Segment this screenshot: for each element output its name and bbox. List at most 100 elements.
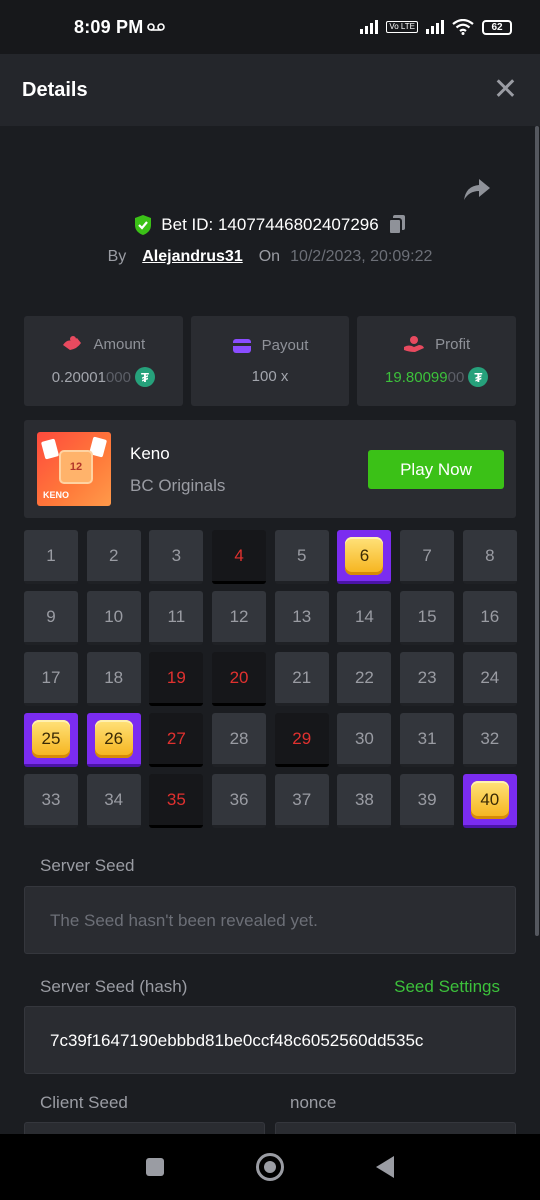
battery-icon: 62: [482, 19, 512, 35]
share-icon[interactable]: [462, 176, 492, 204]
bet-meta-row: By Alejandrus31 On 10/2/2023, 20:09:22: [0, 248, 540, 266]
wallet-icon: [232, 338, 251, 353]
keno-cell-16[interactable]: 16: [462, 591, 517, 645]
home-icon[interactable]: [256, 1153, 284, 1181]
keno-cell-30[interactable]: 30: [337, 713, 392, 767]
thumb-card-left: [40, 438, 60, 460]
game-provider: BC Originals: [130, 476, 226, 495]
recents-icon[interactable]: [146, 1158, 164, 1176]
details-content[interactable]: Bet ID: 14077446802407296 By Alejandrus3…: [0, 126, 540, 1134]
keno-cell-26[interactable]: 26: [86, 713, 141, 767]
server-seed-label: Server Seed: [40, 856, 135, 875]
play-now-button[interactable]: Play Now: [368, 450, 504, 489]
server-hash-value: 7c39f1647190ebbbd81be0ccf48c6052560dd535…: [50, 1031, 424, 1050]
nonce-field[interactable]: [275, 1122, 516, 1134]
payout-card: Payout 100 x: [190, 316, 350, 406]
server-hash-label: Server Seed (hash): [40, 977, 188, 996]
keno-cell-24[interactable]: 24: [462, 652, 517, 706]
keno-cell-2[interactable]: 2: [86, 530, 141, 584]
bet-date: 10/2/2023, 20:09:22: [290, 248, 433, 265]
status-right: Vo LTE 62: [360, 19, 512, 35]
keno-cell-15[interactable]: 15: [400, 591, 455, 645]
volte-badge: Vo LTE: [386, 21, 418, 33]
profit-value: 19.80099: [385, 368, 448, 386]
on-label: On: [258, 248, 281, 265]
usdt-coin-icon: ₮: [468, 367, 489, 387]
keno-cell-13[interactable]: 13: [274, 591, 329, 645]
profit-label: Profit: [435, 335, 471, 353]
status-left: 8:09 PM: [74, 16, 166, 38]
keno-cell-31[interactable]: 31: [400, 713, 455, 767]
client-seed-field[interactable]: [24, 1122, 265, 1134]
keno-thumbnail[interactable]: 12 KENO: [37, 432, 111, 506]
username-link[interactable]: Alejandrus31: [142, 248, 242, 266]
copy-icon[interactable]: [387, 214, 407, 236]
bet-id: Bet ID: 14077446802407296: [161, 215, 379, 234]
amount-label: Amount: [93, 335, 146, 353]
keno-cell-25[interactable]: 25: [24, 713, 78, 767]
server-hash-field[interactable]: 7c39f1647190ebbbd81be0ccf48c6052560dd535…: [24, 1006, 516, 1074]
server-seed-field: The Seed hasn't been revealed yet.: [24, 886, 516, 954]
keno-cell-8[interactable]: 8: [462, 530, 517, 584]
status-time: 8:09 PM: [74, 16, 144, 37]
keno-hit-gem: 26: [94, 719, 133, 758]
game-name: Keno: [130, 444, 170, 463]
keno-cell-5[interactable]: 5: [274, 530, 329, 584]
battery-level: 62: [491, 21, 503, 33]
bet-id-row: Bet ID: 14077446802407296: [0, 214, 540, 236]
status-bar: 8:09 PM Vo LTE 62: [0, 0, 540, 54]
keno-cell-9[interactable]: 9: [24, 591, 78, 645]
by-label: By: [107, 248, 127, 265]
keno-cell-23[interactable]: 23: [400, 652, 455, 706]
keno-cell-1[interactable]: 1: [24, 530, 78, 584]
keno-cell-29[interactable]: 29: [274, 713, 329, 767]
keno-cell-21[interactable]: 21: [274, 652, 329, 706]
scrollbar[interactable]: [535, 126, 539, 936]
keno-cell-38[interactable]: 38: [337, 774, 392, 828]
amount-icon: [63, 336, 82, 350]
signal-icon-2: [426, 20, 444, 34]
keno-cell-17[interactable]: 17: [24, 652, 78, 706]
seed-settings-link[interactable]: Seed Settings: [394, 977, 500, 997]
payout-label: Payout: [261, 337, 309, 354]
keno-hit-gem: 25: [32, 719, 70, 758]
profit-icon: [404, 336, 425, 352]
keno-cell-32[interactable]: 32: [462, 713, 517, 767]
keno-cell-34[interactable]: 34: [86, 774, 141, 828]
keno-cell-12[interactable]: 12: [212, 591, 267, 645]
keno-cell-37[interactable]: 37: [274, 774, 329, 828]
signal-icon: [360, 20, 379, 34]
keno-cell-40[interactable]: 40: [462, 774, 517, 828]
keno-cell-18[interactable]: 18: [86, 652, 141, 706]
close-icon[interactable]: ✕: [493, 75, 518, 105]
keno-cell-6[interactable]: 6: [337, 530, 392, 584]
keno-cell-7[interactable]: 7: [400, 530, 455, 584]
keno-cell-4[interactable]: 4: [212, 530, 267, 584]
usdt-coin-icon: ₮: [134, 367, 155, 387]
thumb-ball: 12: [59, 450, 93, 484]
keno-cell-10[interactable]: 10: [86, 591, 141, 645]
nonce-label: nonce: [290, 1093, 337, 1112]
server-seed-value: The Seed hasn't been revealed yet.: [50, 911, 318, 930]
system-nav-bar: [0, 1134, 540, 1200]
keno-cell-19[interactable]: 19: [149, 652, 204, 706]
payout-value: 100 x: [251, 368, 289, 385]
keno-cell-35[interactable]: 35: [149, 774, 204, 828]
amount-card: Amount 0.20001000 ₮: [24, 316, 183, 406]
keno-cell-39[interactable]: 39: [400, 774, 455, 828]
voicemail-icon: [147, 23, 166, 31]
keno-cell-36[interactable]: 36: [212, 774, 267, 828]
keno-cell-3[interactable]: 3: [149, 530, 204, 584]
keno-cell-20[interactable]: 20: [212, 652, 267, 706]
page-title: Details: [22, 78, 88, 101]
keno-cell-33[interactable]: 33: [24, 774, 78, 828]
keno-cell-27[interactable]: 27: [149, 713, 204, 767]
keno-cell-28[interactable]: 28: [212, 713, 267, 767]
back-icon[interactable]: [376, 1156, 394, 1178]
keno-cell-11[interactable]: 11: [149, 591, 204, 645]
keno-cell-14[interactable]: 14: [337, 591, 392, 645]
game-card: 12 KENO Keno BC Originals Play Now: [24, 420, 516, 518]
wifi-icon: [452, 19, 474, 35]
amount-value: 0.20001: [51, 368, 106, 386]
keno-cell-22[interactable]: 22: [337, 652, 392, 706]
